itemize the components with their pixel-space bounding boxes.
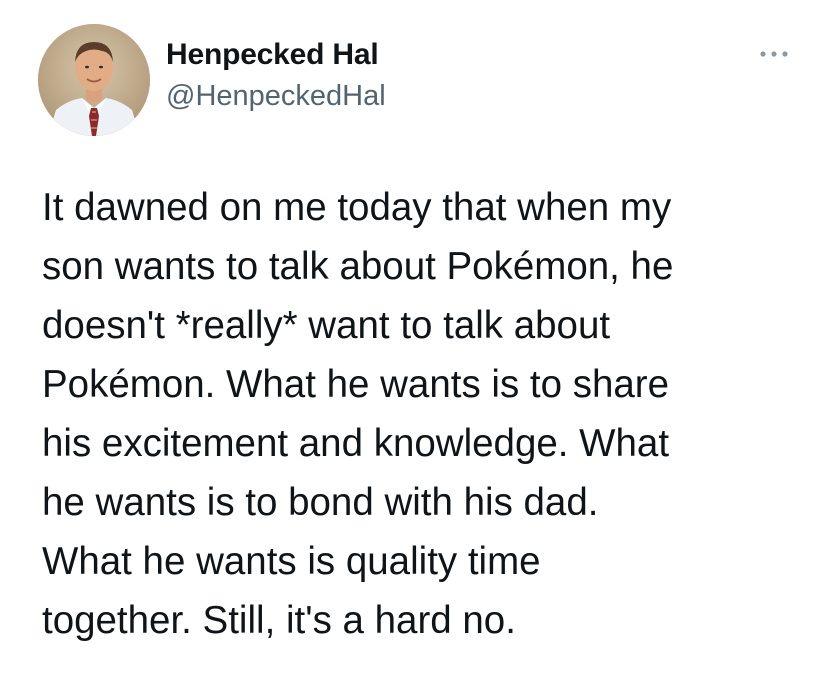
- author-display-name[interactable]: Henpecked Hal: [166, 38, 379, 72]
- ellipsis-icon: [760, 51, 788, 57]
- tweet-text: It dawned on me today that when my son w…: [42, 178, 802, 650]
- tweet-text-line: It dawned on me today that when my: [42, 186, 672, 229]
- tweet-text-line: his excitement and knowledge. What: [42, 422, 670, 465]
- tweet-card: Henpecked Hal @HenpeckedHal It dawned on…: [0, 0, 828, 673]
- profile-photo-icon: [38, 24, 150, 136]
- tweet-text-line: son wants to talk about Pokémon, he: [42, 245, 674, 288]
- tweet-text-line: together. Still, it's a hard no.: [42, 599, 516, 642]
- tweet-text-line: he wants is to bond with his dad.: [42, 481, 599, 524]
- tweet-text-line: What he wants is quality time: [42, 540, 541, 583]
- avatar[interactable]: [38, 24, 150, 136]
- tweet-text-line: Pokémon. What he wants is to share: [42, 363, 669, 406]
- tweet-text-line: doesn't *really* want to talk about: [42, 304, 611, 347]
- more-options-button[interactable]: [756, 42, 792, 66]
- author-handle[interactable]: @HenpeckedHal: [166, 80, 386, 113]
